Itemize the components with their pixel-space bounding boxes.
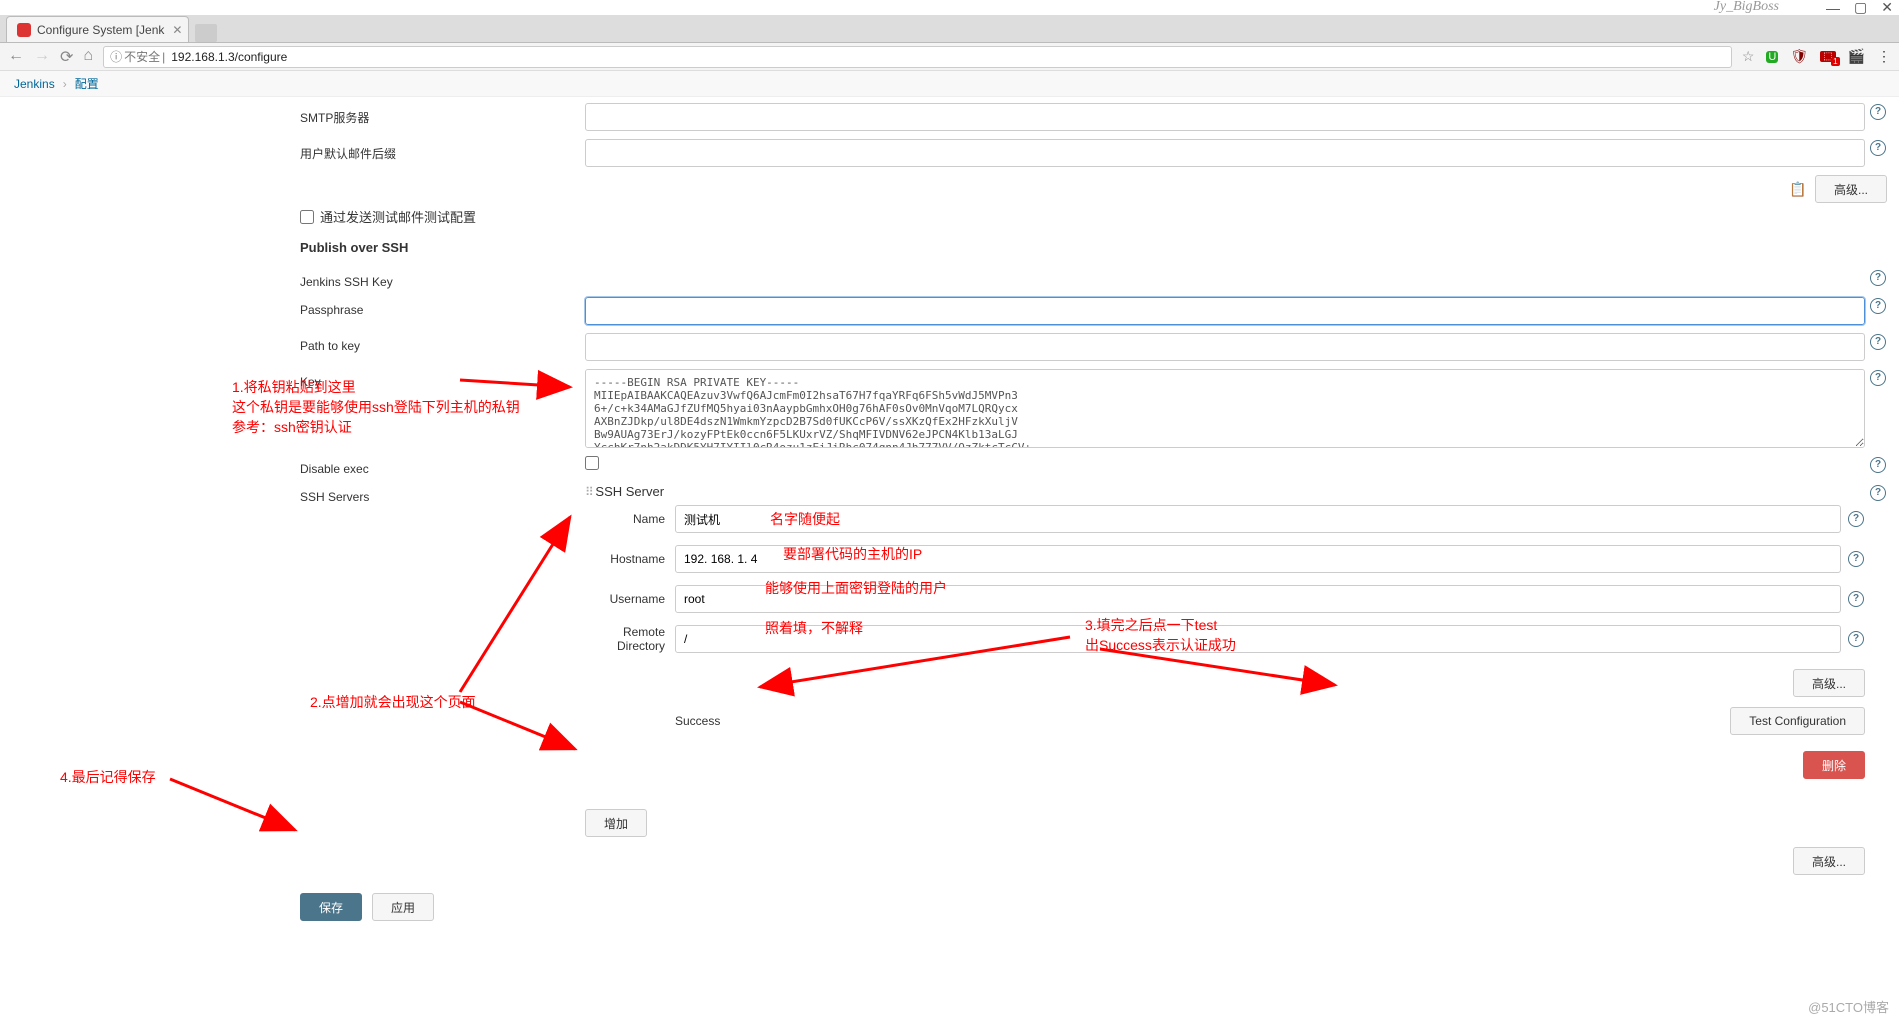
url-text: 192.168.1.3/configure <box>171 50 287 64</box>
help-icon[interactable] <box>1847 550 1865 568</box>
ssh-hostname-input[interactable] <box>675 545 1841 573</box>
help-icon[interactable] <box>1847 590 1865 608</box>
save-button[interactable]: 保存 <box>300 893 362 921</box>
mail-suffix-label: 用户默认邮件后缀 <box>300 139 585 162</box>
browser-tab-bar: Configure System [Jenk ✕ <box>0 15 1899 43</box>
help-icon[interactable] <box>1847 630 1865 648</box>
breadcrumb-config[interactable]: 配置 <box>75 75 99 92</box>
drag-handle-icon[interactable]: ⠿ <box>585 485 592 499</box>
breadcrumb-sep: › <box>63 77 67 91</box>
ssh-servers-advanced-button[interactable]: 高级... <box>1793 847 1865 875</box>
path-to-key-input[interactable] <box>585 333 1865 361</box>
passphrase-label: Passphrase <box>300 297 585 317</box>
bookmark-star-icon[interactable]: ☆ <box>1742 48 1755 65</box>
help-icon[interactable] <box>1869 456 1887 474</box>
ublock-origin-icon[interactable]: 🛡 <box>1790 48 1808 65</box>
window-max-button[interactable]: ▢ <box>1854 0 1867 16</box>
ssh-advanced-button[interactable]: 高级... <box>1793 669 1865 697</box>
advanced-button[interactable]: 高级... <box>1815 175 1887 203</box>
annotation-4: 4.最后记得保存 <box>60 767 156 787</box>
help-icon[interactable] <box>1847 510 1865 528</box>
ssh-remote-dir-input[interactable] <box>675 625 1841 653</box>
nav-forward-icon[interactable]: → <box>34 47 50 67</box>
clipboard-icon[interactable]: 📋 <box>1789 180 1807 198</box>
ssh-name-label: Name <box>585 512 675 526</box>
success-status: Success <box>675 714 1730 728</box>
ssh-servers-label: SSH Servers <box>300 484 585 504</box>
window-title-bar: Jy_BigBoss — ▢ ✕ <box>0 0 1899 15</box>
ublock-green-icon[interactable]: U <box>1766 51 1778 63</box>
help-icon[interactable] <box>1869 103 1887 121</box>
smtp-label: SMTP服务器 <box>300 103 585 126</box>
ssh-remote-dir-label: Remote Directory <box>585 625 675 653</box>
disable-exec-label: Disable exec <box>300 456 585 476</box>
apply-button[interactable]: 应用 <box>372 893 434 921</box>
add-ssh-server-button[interactable]: 增加 <box>585 809 647 837</box>
window-close-button[interactable]: ✕ <box>1881 0 1893 16</box>
tab-title: Configure System [Jenk <box>37 23 164 37</box>
nav-home-icon[interactable]: ⌂ <box>83 47 93 67</box>
window-min-button[interactable]: — <box>1826 0 1840 16</box>
new-tab-button[interactable] <box>195 24 217 42</box>
jenkins-ssh-key-label: Jenkins SSH Key <box>300 269 585 289</box>
help-icon[interactable] <box>1869 484 1887 502</box>
help-icon[interactable] <box>1869 297 1887 315</box>
ssh-server-heading: SSH Server <box>595 484 664 499</box>
delete-ssh-server-button[interactable]: 删除 <box>1803 751 1865 779</box>
disable-exec-checkbox[interactable] <box>585 456 599 470</box>
breadcrumb: Jenkins › 配置 <box>0 71 1899 97</box>
passphrase-input[interactable] <box>585 297 1865 325</box>
help-icon[interactable] <box>1869 369 1887 387</box>
key-label: Key <box>300 369 585 389</box>
black-extension-icon[interactable]: 🎬 <box>1848 48 1865 65</box>
path-to-key-label: Path to key <box>300 333 585 353</box>
test-email-checkbox[interactable] <box>300 210 314 224</box>
test-email-label: 通过发送测试邮件测试配置 <box>320 207 476 226</box>
favicon-icon <box>17 23 31 37</box>
publish-over-ssh-heading: Publish over SSH <box>300 240 408 255</box>
insecure-warning: ⓘ 不安全 | <box>110 48 165 65</box>
page-content: SMTP服务器 用户默认邮件后缀 📋 高级... 通过发送测试邮件测试配置 Pu… <box>0 97 1899 981</box>
test-configuration-button[interactable]: Test Configuration <box>1730 707 1865 735</box>
smtp-input[interactable] <box>585 103 1865 131</box>
url-input[interactable]: ⓘ 不安全 | 192.168.1.3/configure <box>103 46 1732 68</box>
red-extension-icon[interactable]: ⬚1 <box>1820 51 1835 62</box>
help-icon[interactable] <box>1869 139 1887 157</box>
info-icon: ⓘ <box>110 48 122 65</box>
browser-address-bar: ← → ⟳ ⌂ ⓘ 不安全 | 192.168.1.3/configure ☆ … <box>0 43 1899 71</box>
watermark: @51CTO博客 <box>1808 997 1889 1016</box>
help-icon[interactable] <box>1869 333 1887 351</box>
nav-reload-icon[interactable]: ⟳ <box>60 47 73 67</box>
extension-icons: ☆ U 🛡 ⬚1 🎬 ⋮ <box>1742 48 1891 65</box>
ssh-name-input[interactable] <box>675 505 1841 533</box>
tab-close-icon[interactable]: ✕ <box>172 23 182 37</box>
breadcrumb-jenkins[interactable]: Jenkins <box>14 77 55 91</box>
browser-tab[interactable]: Configure System [Jenk ✕ <box>6 16 189 42</box>
nav-back-icon[interactable]: ← <box>8 47 24 67</box>
window-user-label: Jy_BigBoss <box>1714 0 1779 15</box>
ssh-username-label: Username <box>585 592 675 606</box>
mail-suffix-input[interactable] <box>585 139 1865 167</box>
browser-menu-icon[interactable]: ⋮ <box>1877 48 1891 65</box>
key-textarea[interactable]: -----BEGIN RSA PRIVATE KEY----- MIIEpAIB… <box>585 369 1865 448</box>
ssh-username-input[interactable] <box>675 585 1841 613</box>
ssh-hostname-label: Hostname <box>585 552 675 566</box>
help-icon[interactable] <box>1869 269 1887 287</box>
